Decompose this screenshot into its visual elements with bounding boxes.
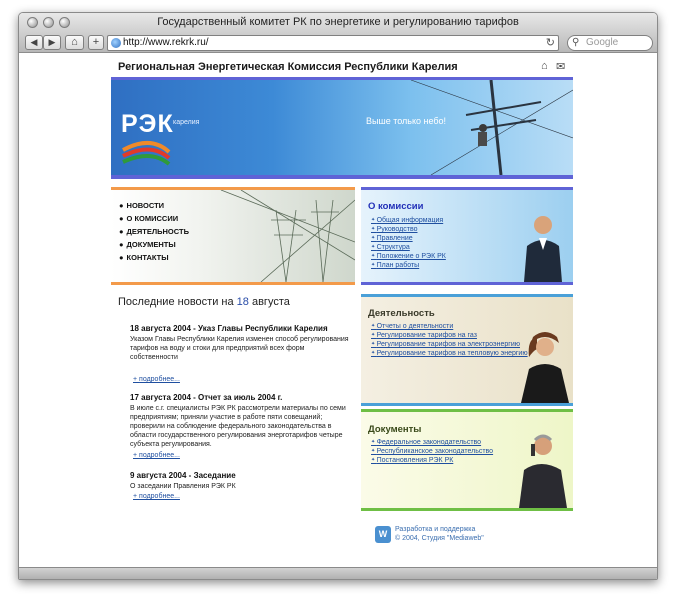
link-general-info[interactable]: Общая информация bbox=[371, 217, 444, 224]
news-heading: Последние новости на 18 августа bbox=[118, 296, 290, 308]
link-work-plan[interactable]: План работы bbox=[371, 262, 420, 269]
nav-contacts[interactable]: КОНТАКТЫ bbox=[119, 253, 169, 262]
news-text: Указом Главы Республики Карелия изменен … bbox=[130, 336, 349, 362]
link-reports[interactable]: Отчеты о деятельности bbox=[371, 323, 454, 330]
news-item: 18 августа 2004 - Указ Главы Республики … bbox=[130, 324, 352, 362]
news-item: 17 августа 2004 - Отчет за июль 2004 г. … bbox=[130, 393, 352, 449]
news-more-link[interactable]: подробнее... bbox=[133, 376, 180, 383]
link-structure[interactable]: Структура bbox=[371, 244, 410, 251]
site-container: Региональная Энергетическая Комиссия Рес… bbox=[111, 54, 573, 564]
news-title: 17 августа 2004 - Отчет за июль 2004 г. bbox=[130, 393, 283, 402]
title-bar: Государственный комитет РК по энергетике… bbox=[19, 13, 657, 33]
news-more-link[interactable]: подробнее... bbox=[133, 452, 180, 459]
news-title: 18 августа 2004 - Указ Главы Республики … bbox=[130, 324, 328, 333]
banner-graphic bbox=[122, 80, 573, 175]
panel-activity-title: Деятельность bbox=[368, 308, 435, 319]
news-more-link[interactable]: подробнее... bbox=[133, 493, 180, 500]
forward-button[interactable]: ▶ bbox=[43, 35, 61, 50]
nav-activity[interactable]: ДЕЯТЕЛЬНОСТЬ bbox=[119, 227, 189, 236]
site-title: Региональная Энергетическая Комиссия Рес… bbox=[118, 61, 458, 73]
banner-logo-sub: карелия bbox=[173, 119, 200, 126]
panel-documents: Документы Федеральное законодательство Р… bbox=[361, 409, 573, 511]
banner-logo[interactable]: РЭК bbox=[121, 110, 174, 139]
nav-documents[interactable]: ДОКУМЕНТЫ bbox=[119, 240, 176, 249]
news-heading-day: 18 bbox=[236, 296, 249, 308]
news-title: 9 августа 2004 - Заседание bbox=[130, 471, 236, 480]
address-bar[interactable]: http://www.rekrk.ru/ ↻ bbox=[107, 35, 559, 51]
mediaweb-logo[interactable]: W bbox=[375, 526, 391, 543]
search-placeholder: Google bbox=[586, 37, 619, 48]
nav-news[interactable]: НОВОСТИ bbox=[119, 201, 165, 210]
panel-documents-title: Документы bbox=[368, 424, 422, 435]
header-banner: РЭК карелия Выше только небо! bbox=[111, 77, 573, 179]
footer-credits: Разработка и поддержка © 2004, Студия "M… bbox=[395, 525, 484, 544]
link-federal-law[interactable]: Федеральное законодательство bbox=[371, 439, 481, 446]
back-button[interactable]: ◀ bbox=[25, 35, 43, 50]
link-board[interactable]: Правление bbox=[371, 235, 413, 242]
window-title: Государственный комитет РК по энергетике… bbox=[157, 16, 519, 28]
reload-icon[interactable]: ↻ bbox=[546, 36, 555, 50]
news-text: О заседании Правления РЭК РК bbox=[130, 483, 236, 490]
panel-commission: О комиссии Общая информация Руководство … bbox=[361, 187, 573, 285]
news-text: В июле с.г. специалисты РЭК РК рассмотре… bbox=[130, 405, 346, 449]
panel-commission-title: О комиссии bbox=[368, 201, 424, 212]
mail-icon[interactable]: ✉ bbox=[556, 60, 565, 73]
browser-window: Государственный комитет РК по энергетике… bbox=[18, 12, 658, 580]
link-regulations[interactable]: Положение о РЭК РК bbox=[371, 253, 446, 260]
url-text: http://www.rekrk.ru/ bbox=[123, 37, 209, 48]
search-icon: ⚲ bbox=[572, 37, 580, 48]
nav-about[interactable]: О КОМИССИИ bbox=[119, 214, 179, 223]
link-management[interactable]: Руководство bbox=[371, 226, 418, 233]
news-item: 9 августа 2004 - Заседание О заседании П… bbox=[130, 471, 352, 491]
home-icon[interactable]: ⌂ bbox=[541, 60, 548, 72]
footer-line2: © 2004, Студия "Mediaweb" bbox=[395, 535, 484, 543]
panel-activity: Деятельность Отчеты о деятельности Регул… bbox=[361, 294, 573, 406]
link-republican-law[interactable]: Республиканское законодательство bbox=[371, 448, 493, 455]
search-field[interactable]: ⚲ Google bbox=[567, 35, 653, 51]
link-heat-tariffs[interactable]: Регулирование тарифов на тепловую энерги… bbox=[371, 350, 528, 357]
link-electricity-tariffs[interactable]: Регулирование тарифов на электроэнергию bbox=[371, 341, 520, 348]
banner-slogan: Выше только небо! bbox=[366, 116, 447, 126]
main-nav: НОВОСТИ О КОМИССИИ ДЕЯТЕЛЬНОСТЬ ДОКУМЕНТ… bbox=[111, 187, 355, 285]
browser-toolbar: ◀ ▶ ⌂ + http://www.rekrk.ru/ ↻ ⚲ Google bbox=[19, 33, 657, 53]
footer-line1[interactable]: Разработка и поддержка bbox=[395, 525, 484, 534]
home-button[interactable]: ⌂ bbox=[65, 35, 84, 50]
link-gas-tariffs[interactable]: Регулирование тарифов на газ bbox=[371, 332, 477, 339]
link-resolutions[interactable]: Постановления РЭК РК bbox=[371, 457, 454, 464]
status-bar bbox=[19, 567, 657, 579]
news-heading-prefix: Последние новости на bbox=[118, 296, 234, 308]
add-bookmark-button[interactable]: + bbox=[88, 35, 104, 50]
news-heading-month: августа bbox=[251, 296, 290, 308]
page-content: Региональная Энергетическая Комиссия Рес… bbox=[19, 54, 657, 579]
globe-icon bbox=[111, 38, 121, 48]
